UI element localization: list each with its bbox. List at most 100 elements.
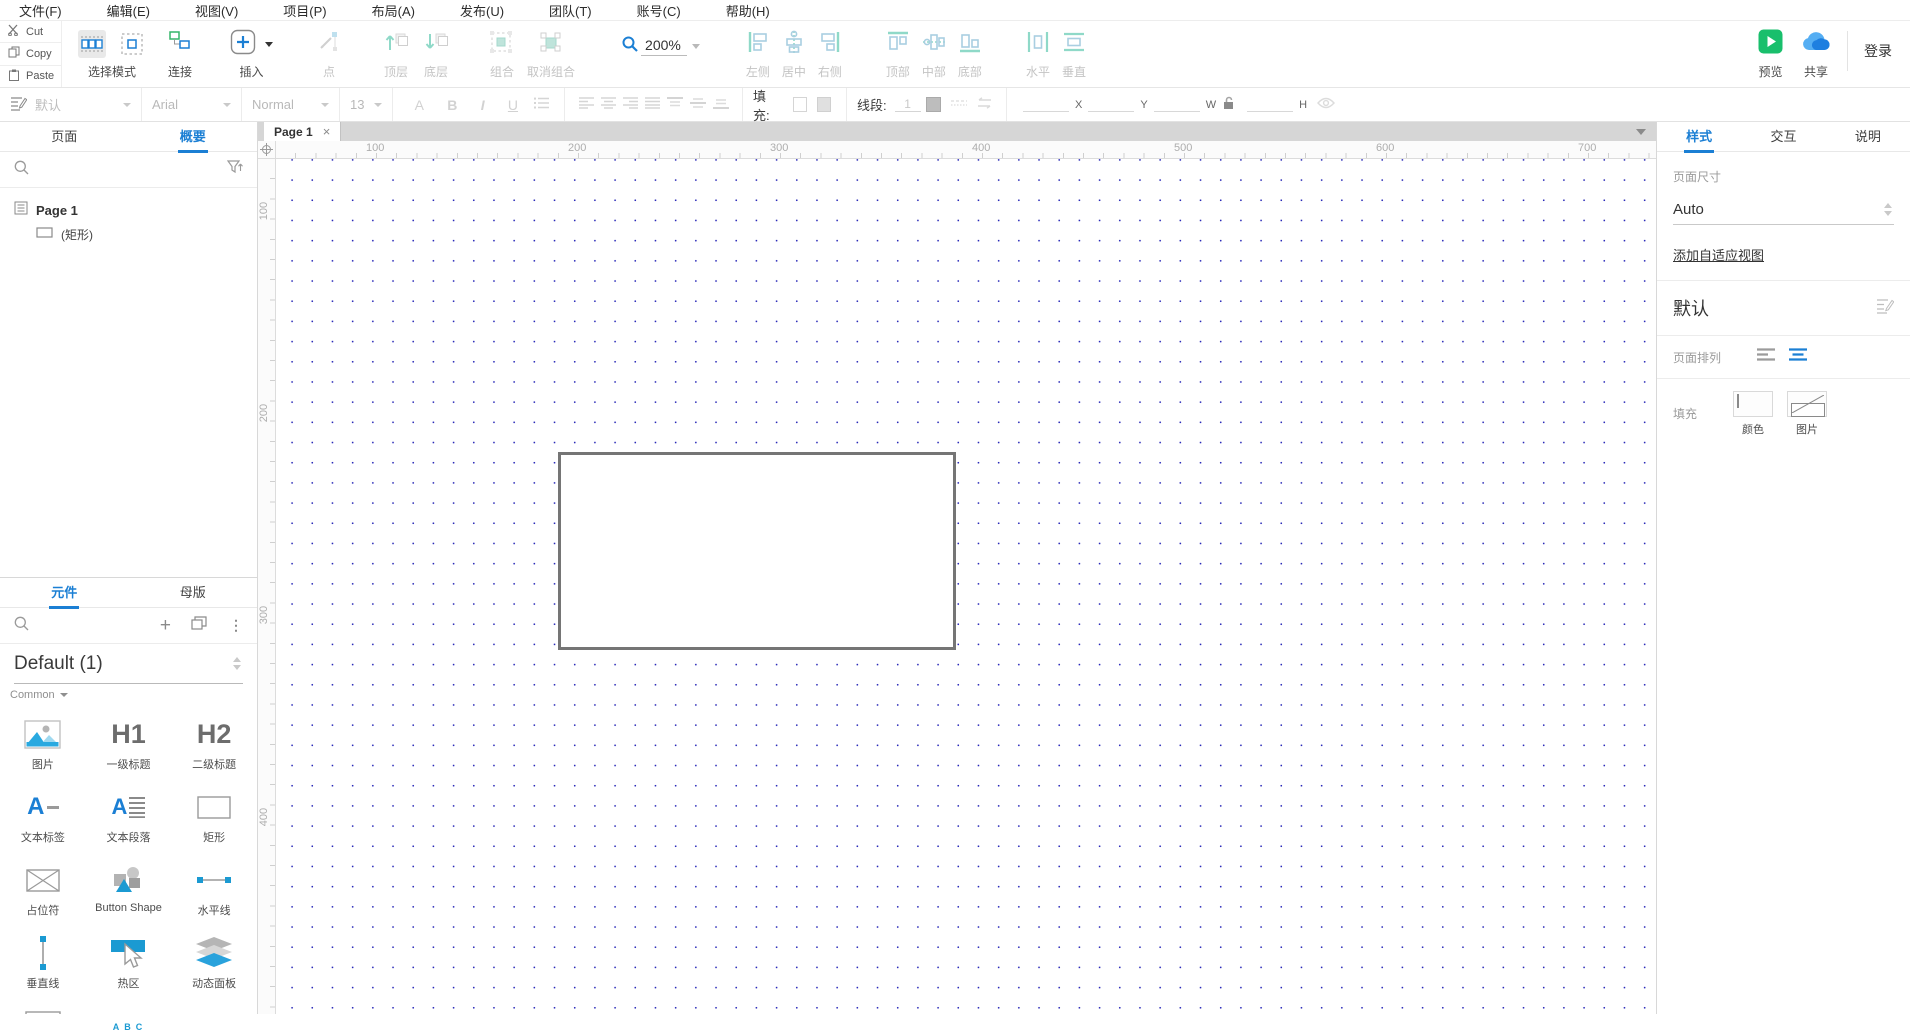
widget-inline-frame[interactable] bbox=[0, 1000, 86, 1014]
canvas-body[interactable] bbox=[276, 159, 1656, 1014]
align-left-label: 左侧 bbox=[745, 65, 770, 79]
distribute-v-label: 垂直 bbox=[1061, 65, 1086, 79]
widget-search-icon[interactable] bbox=[14, 616, 29, 636]
menu-view[interactable]: 视图(V) bbox=[186, 1, 247, 20]
font-weight-select[interactable]: Normal bbox=[242, 88, 340, 121]
widget-image[interactable]: 图片 bbox=[0, 708, 86, 781]
menu-team[interactable]: 团队(T) bbox=[540, 1, 601, 20]
widget-rectangle[interactable]: 矩形 bbox=[171, 781, 257, 854]
tab-list-caret-icon[interactable] bbox=[1636, 128, 1646, 135]
menu-publish[interactable]: 发布(U) bbox=[451, 1, 513, 20]
widget-droplist[interactable]: ABC bbox=[86, 1000, 172, 1032]
widget-text-label[interactable]: A 文本标签 bbox=[0, 781, 86, 854]
vertical-bottom-icon[interactable] bbox=[712, 97, 729, 112]
fill-color-option[interactable]: 颜色 bbox=[1733, 391, 1774, 437]
rectangle-shape[interactable] bbox=[558, 452, 956, 650]
bold-button[interactable]: B bbox=[447, 97, 457, 113]
widget-placeholder[interactable]: 占位符 bbox=[0, 854, 86, 927]
menu-edit[interactable]: 编辑(E) bbox=[98, 1, 159, 20]
arrow-style-icon[interactable] bbox=[976, 97, 993, 112]
cut-button[interactable]: Cut bbox=[0, 21, 61, 44]
fill-gradient-swatch[interactable] bbox=[817, 97, 831, 112]
widget-button-shape[interactable]: Button Shape bbox=[86, 854, 172, 927]
widget-hotspot[interactable]: 热区 bbox=[86, 927, 172, 1000]
filter-icon[interactable] bbox=[226, 159, 243, 180]
widget-vertical-line[interactable]: 垂直线 bbox=[0, 927, 86, 1000]
arrange-left-icon[interactable] bbox=[1757, 348, 1776, 366]
h-input[interactable] bbox=[1247, 98, 1294, 112]
tab-outline[interactable]: 概要 bbox=[129, 122, 258, 153]
vertical-top-icon[interactable] bbox=[666, 97, 683, 112]
arrange-center-icon[interactable] bbox=[1789, 348, 1808, 366]
tab-masters[interactable]: 母版 bbox=[129, 578, 258, 607]
preview-button[interactable]: 预览 bbox=[1758, 29, 1783, 80]
menu-layout[interactable]: 布局(A) bbox=[363, 1, 424, 20]
menu-file[interactable]: 文件(F) bbox=[10, 1, 71, 20]
zoom-caret-icon[interactable] bbox=[691, 44, 700, 49]
align-text-justify-icon[interactable] bbox=[644, 97, 660, 112]
line-color-swatch[interactable] bbox=[925, 97, 941, 112]
canvas-tab-page1[interactable]: Page 1 × bbox=[264, 122, 342, 141]
insert-caret-icon[interactable] bbox=[265, 41, 274, 47]
style-preset-select[interactable]: 默认 bbox=[0, 88, 142, 121]
menu-bar: 文件(F) 编辑(E) 视图(V) 项目(P) 布局(A) 发布(U) 团队(T… bbox=[0, 0, 1910, 21]
fill-image-option[interactable]: 图片 bbox=[1787, 391, 1828, 437]
widget-h1[interactable]: H1 一级标题 bbox=[86, 708, 172, 781]
add-library-icon[interactable]: + bbox=[160, 616, 171, 635]
tab-note[interactable]: 说明 bbox=[1826, 122, 1910, 151]
page-size-select[interactable]: Auto bbox=[1673, 195, 1894, 225]
copy-button[interactable]: Copy bbox=[0, 43, 61, 66]
x-input[interactable] bbox=[1023, 98, 1069, 112]
duplicate-library-icon[interactable] bbox=[191, 616, 207, 635]
tab-widgets[interactable]: 元件 bbox=[0, 578, 129, 609]
widget-horizontal-line[interactable]: 水平线 bbox=[171, 854, 257, 927]
intersect-select-icon[interactable] bbox=[78, 30, 106, 58]
edit-style-icon[interactable] bbox=[1876, 298, 1895, 319]
menu-help[interactable]: 帮助(H) bbox=[717, 1, 779, 20]
lock-ratio-icon[interactable] bbox=[1222, 96, 1235, 113]
contain-select-icon[interactable] bbox=[118, 30, 146, 58]
share-button[interactable]: 共享 bbox=[1801, 29, 1831, 80]
italic-button[interactable]: I bbox=[481, 97, 485, 113]
style-preset-value: 默认 bbox=[35, 98, 62, 113]
fill-color-swatch[interactable] bbox=[793, 97, 808, 112]
common-section-header[interactable]: Common bbox=[0, 684, 257, 706]
tab-interaction[interactable]: 交互 bbox=[1741, 122, 1825, 151]
w-input[interactable] bbox=[1153, 98, 1200, 112]
visibility-eye-icon[interactable] bbox=[1317, 97, 1335, 112]
connect-button[interactable]: 连接 bbox=[168, 29, 192, 80]
align-text-right-icon[interactable] bbox=[622, 97, 638, 112]
bullet-list-icon[interactable] bbox=[534, 97, 550, 112]
line-width-input[interactable]: 1 bbox=[894, 97, 921, 112]
search-icon[interactable] bbox=[14, 160, 29, 180]
tree-node-rectangle[interactable]: (矩形) bbox=[0, 222, 257, 246]
library-select[interactable]: Default (1) bbox=[14, 644, 243, 684]
widget-h2[interactable]: H2 二级标题 bbox=[171, 708, 257, 781]
paste-button[interactable]: Paste bbox=[0, 66, 61, 87]
vertical-middle-icon[interactable] bbox=[689, 97, 706, 112]
align-text-left-icon[interactable] bbox=[578, 97, 594, 112]
tree-node-page1[interactable]: Page 1 bbox=[0, 198, 257, 222]
menu-project[interactable]: 项目(P) bbox=[274, 1, 335, 20]
font-family-select[interactable]: Arial bbox=[142, 88, 242, 121]
ruler-origin-icon[interactable] bbox=[258, 141, 276, 158]
menu-account[interactable]: 账号(C) bbox=[628, 1, 690, 20]
widget-dynamic-panel[interactable]: 动态面板 bbox=[171, 927, 257, 1000]
line-pattern-icon[interactable] bbox=[950, 97, 967, 112]
widget-text-paragraph[interactable]: A 文本段落 bbox=[86, 781, 172, 854]
font-size-select[interactable]: 13 bbox=[340, 88, 393, 121]
add-adaptive-views-link[interactable]: 添加自适应视图 bbox=[1673, 245, 1764, 264]
insert-button[interactable]: 插入 bbox=[230, 29, 274, 80]
close-tab-icon[interactable]: × bbox=[323, 124, 331, 139]
paste-label: Paste bbox=[26, 70, 55, 83]
align-bottom-button: 底部 bbox=[958, 29, 982, 80]
align-text-center-icon[interactable] bbox=[600, 97, 616, 112]
y-input[interactable] bbox=[1088, 98, 1135, 112]
underline-button[interactable]: U bbox=[508, 97, 518, 113]
tab-style[interactable]: 样式 bbox=[1657, 122, 1741, 153]
tab-pages[interactable]: 页面 bbox=[0, 122, 129, 151]
login-link[interactable]: 登录 bbox=[1864, 41, 1892, 61]
more-options-kebab-icon[interactable]: ⋮ bbox=[229, 617, 243, 634]
font-color-button[interactable]: A bbox=[415, 97, 424, 113]
zoom-value-input[interactable]: 200% bbox=[641, 37, 687, 56]
